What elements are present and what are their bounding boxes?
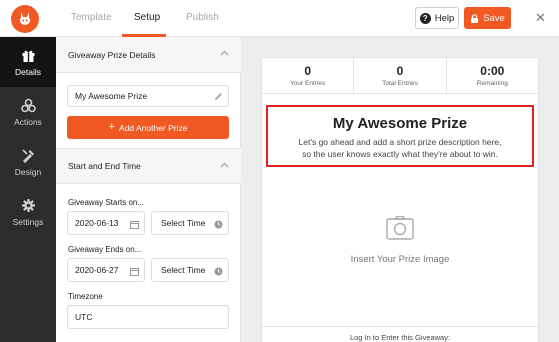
close-icon[interactable]: ✕ — [535, 10, 546, 26]
stat-remaining: 0:00 Remaining — [447, 58, 538, 93]
start-time-field[interactable]: Select Time — [151, 211, 229, 235]
stats-bar: 0 Your Entries 0 Total Entries 0:00 Rema… — [262, 58, 538, 94]
clock-icon — [214, 267, 223, 276]
starts-label: Giveaway Starts on... — [68, 198, 145, 207]
stat-value: 0 — [396, 64, 404, 78]
chevron-up-icon — [220, 50, 229, 56]
section-title: Start and End Time — [68, 161, 141, 171]
sidebar-item-label: Details — [15, 66, 41, 77]
save-button[interactable]: Save — [464, 7, 511, 29]
sidebar-item-label: Actions — [14, 116, 42, 127]
stat-label: Your Entries — [290, 80, 326, 87]
help-button[interactable]: ? Help — [415, 7, 459, 29]
sidebar-item-settings[interactable]: Settings — [0, 187, 56, 237]
prize-image-placeholder[interactable]: Insert Your Prize Image — [262, 176, 538, 326]
prize-desc-line: Let's go ahead and add a short prize des… — [298, 137, 502, 147]
end-date-field[interactable]: 2020-06-27 — [67, 258, 145, 282]
save-label: Save — [483, 12, 505, 24]
prize-section-header[interactable]: Giveaway Prize Details — [56, 37, 241, 73]
chevron-up-icon — [220, 162, 229, 168]
stat-value: 0:00 — [480, 64, 505, 78]
prize-name-value: My Awesome Prize — [75, 91, 148, 101]
help-label: Help — [434, 12, 455, 24]
start-date-value: 2020-06-13 — [75, 218, 119, 228]
timezone-label: Timezone — [68, 292, 103, 301]
lock-icon — [471, 13, 479, 23]
sidebar-item-design[interactable]: Design — [0, 137, 56, 187]
stat-total-entries: 0 Total Entries — [354, 58, 447, 93]
login-prompt: Log In to Enter this Giveaway: — [262, 326, 538, 342]
tab-publish[interactable]: Publish — [186, 12, 219, 23]
timezone-value: UTC — [75, 312, 93, 322]
question-icon: ? — [419, 12, 431, 24]
rabbit-logo-icon — [19, 12, 31, 25]
prize-desc-line: so the user knows exactly what they're a… — [302, 149, 498, 159]
end-time-field[interactable]: Select Time — [151, 258, 229, 282]
ends-label: Giveaway Ends on... — [68, 245, 142, 254]
image-placeholder-text: Insert Your Prize Image — [350, 254, 450, 265]
clock-icon — [214, 220, 223, 229]
prize-highlight-box[interactable]: My Awesome Prize Let's go ahead and add … — [266, 105, 534, 167]
tab-template[interactable]: Template — [71, 12, 112, 23]
sidebar-item-label: Design — [14, 166, 42, 177]
top-bar: Template Setup Publish ? Help Save ✕ — [0, 0, 559, 37]
timezone-select[interactable]: UTC — [67, 305, 229, 329]
end-time-placeholder: Select Time — [161, 265, 206, 275]
calendar-icon — [130, 221, 139, 229]
design-icon — [21, 148, 34, 163]
end-date-value: 2020-06-27 — [75, 265, 119, 275]
pencil-icon[interactable] — [214, 92, 223, 101]
stat-label: Remaining — [476, 80, 508, 87]
gift-icon — [22, 50, 34, 62]
stat-value: 0 — [304, 64, 311, 78]
giveaway-preview-card: 0 Your Entries 0 Total Entries 0:00 Rema… — [261, 57, 539, 342]
actions-icon — [20, 98, 36, 112]
plus-icon: + — [108, 121, 115, 133]
stat-your-entries: 0 Your Entries — [262, 58, 355, 93]
gear-icon — [21, 198, 35, 212]
prize-name-field[interactable]: My Awesome Prize — [67, 85, 229, 107]
sidebar-item-details[interactable]: Details — [0, 37, 56, 87]
add-prize-label: Add Another Prize — [118, 122, 188, 133]
prize-description: Let's go ahead and add a short prize des… — [299, 136, 502, 160]
sidebar: Details Actions Design Settings — [0, 37, 56, 342]
app-logo[interactable] — [11, 5, 39, 33]
calendar-icon — [130, 268, 139, 276]
tab-setup[interactable]: Setup — [134, 12, 160, 23]
sidebar-item-actions[interactable]: Actions — [0, 87, 56, 137]
time-section-header[interactable]: Start and End Time — [56, 148, 241, 184]
camera-icon — [386, 216, 414, 240]
start-time-placeholder: Select Time — [161, 218, 206, 228]
settings-panel: Giveaway Prize Details My Awesome Prize … — [56, 37, 241, 342]
start-date-field[interactable]: 2020-06-13 — [67, 211, 145, 235]
stat-label: Total Entries — [382, 80, 418, 87]
sidebar-item-label: Settings — [12, 216, 44, 227]
section-title: Giveaway Prize Details — [68, 49, 156, 60]
add-prize-button[interactable]: + Add Another Prize — [67, 116, 229, 139]
prize-title: My Awesome Prize — [332, 115, 468, 132]
